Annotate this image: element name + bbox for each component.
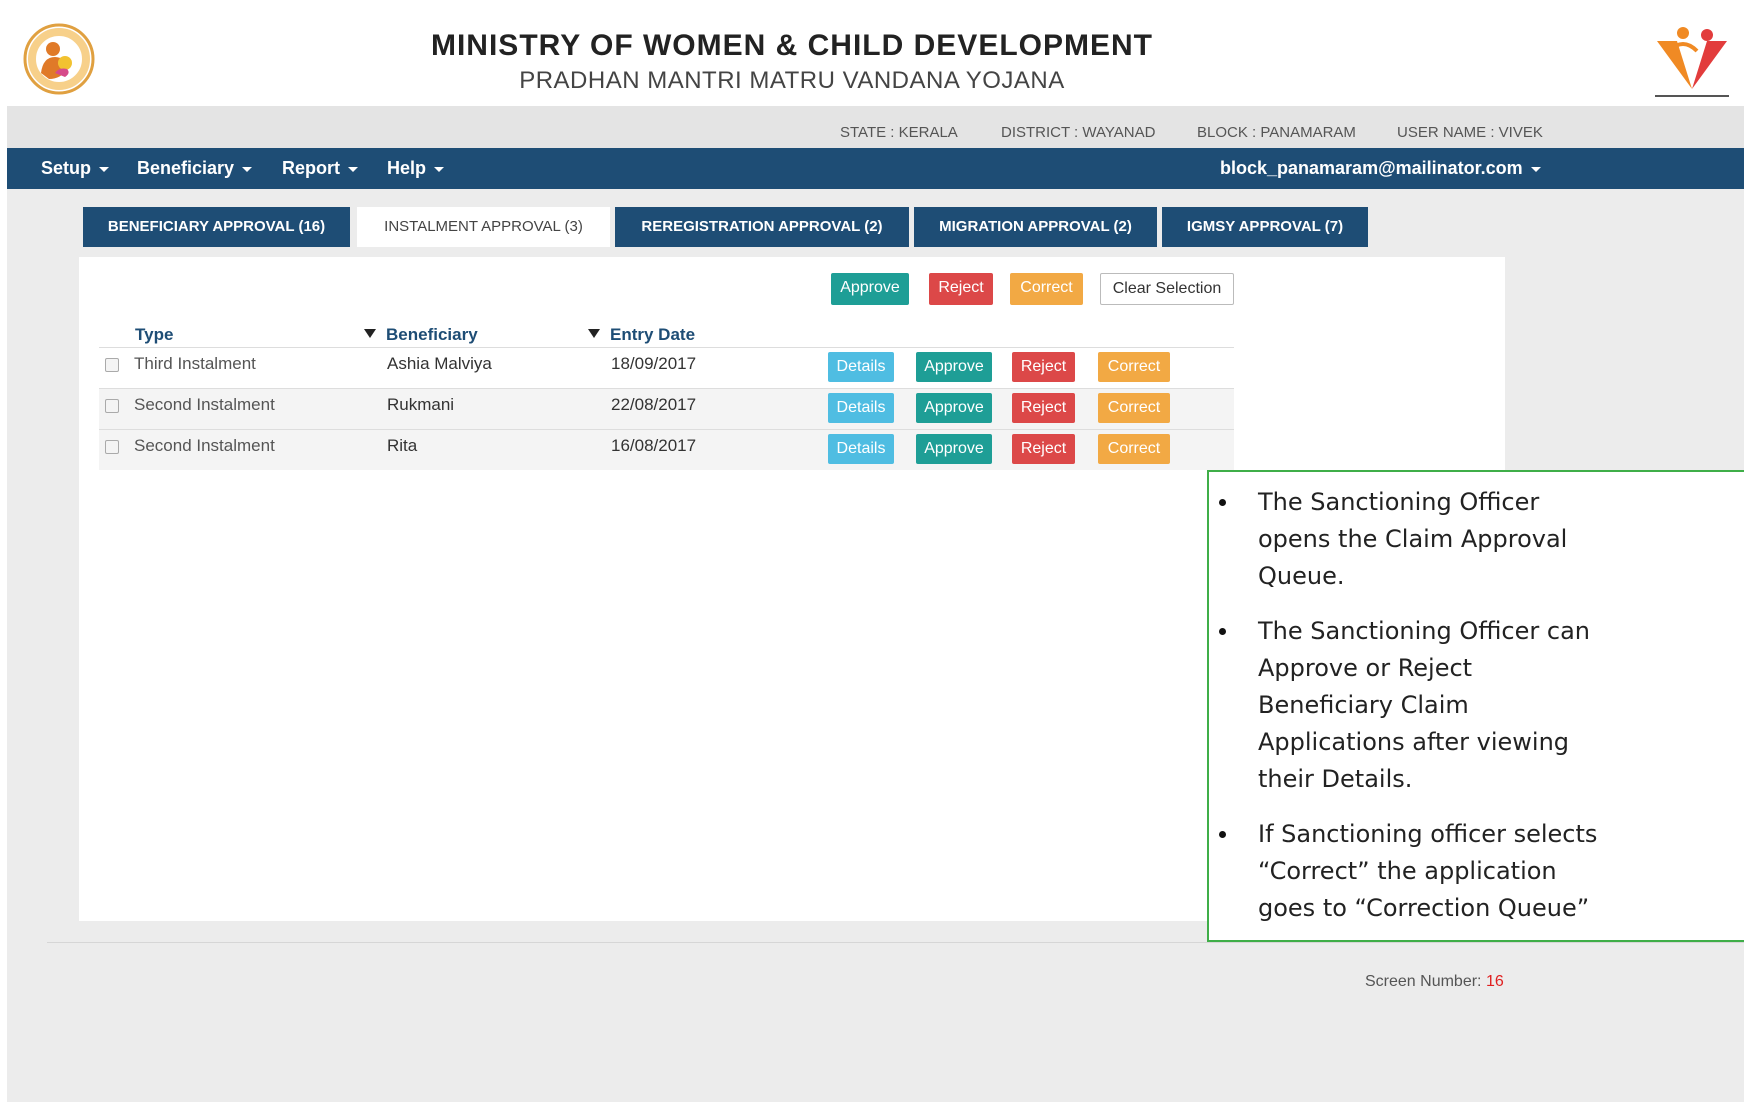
correct-button[interactable]: Correct xyxy=(1098,393,1170,423)
callout-point: The Sanctioning Officer opens the Claim … xyxy=(1219,484,1598,595)
tab-beneficiary-approval[interactable]: BENEFICIARY APPROVAL (16) xyxy=(83,207,350,247)
footer-divider xyxy=(47,942,1744,943)
username-info: USER NAME : VIVEK xyxy=(1397,124,1543,141)
reject-button[interactable]: Reject xyxy=(1012,352,1075,382)
row-checkbox[interactable] xyxy=(105,358,119,372)
details-button[interactable]: Details xyxy=(828,352,894,382)
tab-migration-approval[interactable]: MIGRATION APPROVAL (2) xyxy=(914,207,1157,247)
filter-icon[interactable] xyxy=(588,329,600,339)
approve-button[interactable]: Approve xyxy=(916,434,992,464)
district-info: DISTRICT : WAYANAD xyxy=(1001,124,1156,141)
bullet-icon xyxy=(1219,628,1226,635)
correct-button[interactable]: Correct xyxy=(1098,352,1170,382)
user-info-bar: STATE : KERALA DISTRICT : WAYANAD BLOCK … xyxy=(7,106,1744,148)
row-type: Second Instalment xyxy=(134,395,275,414)
row-entry-date: 22/08/2017 xyxy=(611,395,697,414)
bullet-icon xyxy=(1219,499,1226,506)
table-row: Second Instalment Rita 16/08/2017 Detail… xyxy=(99,430,1234,470)
bulk-reject-button[interactable]: Reject xyxy=(929,273,993,305)
row-beneficiary: Ashia Malviya xyxy=(387,354,492,373)
column-header-beneficiary[interactable]: Beneficiary xyxy=(364,325,478,345)
reject-button[interactable]: Reject xyxy=(1012,393,1075,423)
row-entry-date: 18/09/2017 xyxy=(611,354,697,373)
bulk-correct-button[interactable]: Correct xyxy=(1010,273,1083,305)
chevron-down-icon xyxy=(434,166,445,172)
details-button[interactable]: Details xyxy=(828,393,894,423)
screen-number: Screen Number: 16 xyxy=(1365,973,1504,990)
row-beneficiary: Rukmani xyxy=(387,395,455,414)
table-row: Third Instalment Ashia Malviya 18/09/201… xyxy=(99,348,1234,388)
row-beneficiary: Rita xyxy=(387,436,418,455)
page-header: MINISTRY OF WOMEN & CHILD DEVELOPMENT PR… xyxy=(7,5,1744,106)
chevron-down-icon xyxy=(242,166,253,172)
ministry-logo-icon xyxy=(1655,27,1729,97)
clear-selection-button[interactable]: Clear Selection xyxy=(1100,273,1234,305)
nav-beneficiary[interactable]: Beneficiary xyxy=(137,158,253,179)
bulk-approve-button[interactable]: Approve xyxy=(831,273,909,305)
filter-icon[interactable] xyxy=(364,329,376,339)
callout-point: If Sanctioning officer selects “Correct”… xyxy=(1219,816,1598,927)
state-info: STATE : KERALA xyxy=(840,124,958,141)
callout-point: The Sanctioning Officer can Approve or R… xyxy=(1219,613,1598,798)
details-button[interactable]: Details xyxy=(828,434,894,464)
chevron-down-icon xyxy=(1530,166,1541,172)
row-type: Second Instalment xyxy=(134,436,275,455)
tab-instalment-approval[interactable]: INSTALMENT APPROVAL (3) xyxy=(357,207,610,247)
correct-button[interactable]: Correct xyxy=(1098,434,1170,464)
page-title: MINISTRY OF WOMEN & CHILD DEVELOPMENT xyxy=(430,29,1153,62)
approve-button[interactable]: Approve xyxy=(916,393,992,423)
nav-help[interactable]: Help xyxy=(387,158,445,179)
row-type: Third Instalment xyxy=(134,354,256,373)
column-header-type[interactable]: Type xyxy=(135,325,173,345)
annotation-callout: The Sanctioning Officer opens the Claim … xyxy=(1207,470,1744,942)
row-checkbox[interactable] xyxy=(105,399,119,413)
chevron-down-icon xyxy=(348,166,358,172)
nav-setup[interactable]: Setup xyxy=(41,158,110,179)
page-subtitle: PRADHAN MANTRI MATRU VANDANA YOJANA xyxy=(519,67,1065,94)
nav-account-menu[interactable]: block_panamaram@mailinator.com xyxy=(1220,158,1541,179)
block-info: BLOCK : PANAMARAM xyxy=(1197,124,1356,141)
nav-report[interactable]: Report xyxy=(282,158,358,179)
row-checkbox[interactable] xyxy=(105,440,119,454)
column-header-entry-date[interactable]: Entry Date xyxy=(588,325,695,345)
main-navbar: Setup Beneficiary Report Help block_pana… xyxy=(7,148,1744,189)
approve-button[interactable]: Approve xyxy=(916,352,992,382)
row-entry-date: 16/08/2017 xyxy=(611,436,697,455)
chevron-down-icon xyxy=(99,166,110,172)
table-row: Second Instalment Rukmani 22/08/2017 Det… xyxy=(99,389,1234,429)
tab-igmsy-approval[interactable]: IGMSY APPROVAL (7) xyxy=(1162,207,1368,247)
bullet-icon xyxy=(1219,831,1226,838)
tab-reregistration-approval[interactable]: REREGISTRATION APPROVAL (2) xyxy=(615,207,909,247)
reject-button[interactable]: Reject xyxy=(1012,434,1075,464)
